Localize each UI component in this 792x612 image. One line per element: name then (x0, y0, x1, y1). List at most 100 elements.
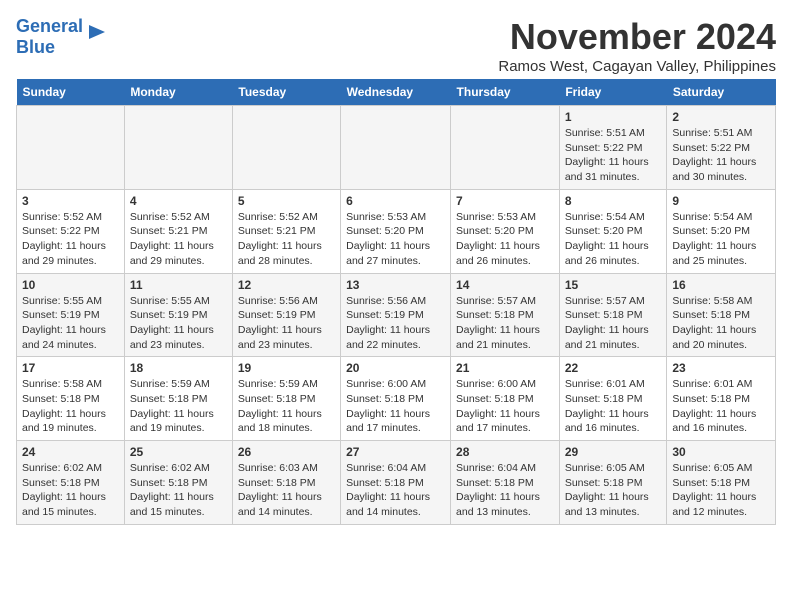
calendar-cell: 15 Sunrise: 5:57 AMSunset: 5:18 PMDayligh… (559, 273, 667, 357)
day-info: Sunrise: 6:03 AMSunset: 5:18 PMDaylight:… (238, 461, 335, 520)
day-number: 8 (565, 194, 662, 208)
calendar-cell: 20 Sunrise: 6:00 AMSunset: 5:18 PMDayligh… (341, 357, 451, 441)
day-info: Sunrise: 5:55 AMSunset: 5:19 PMDaylight:… (130, 294, 227, 353)
day-number: 18 (130, 361, 227, 375)
weekday-wednesday: Wednesday (341, 79, 451, 106)
calendar-cell: 7 Sunrise: 5:53 AMSunset: 5:20 PMDaylight… (451, 189, 560, 273)
calendar-cell (232, 106, 340, 190)
calendar-cell (451, 106, 560, 190)
weekday-header-row: SundayMondayTuesdayWednesdayThursdayFrid… (17, 79, 776, 106)
day-number: 30 (672, 445, 770, 459)
calendar-header: SundayMondayTuesdayWednesdayThursdayFrid… (17, 79, 776, 106)
day-info: Sunrise: 5:52 AMSunset: 5:21 PMDaylight:… (130, 210, 227, 269)
day-info: Sunrise: 5:56 AMSunset: 5:19 PMDaylight:… (346, 294, 445, 353)
day-number: 6 (346, 194, 445, 208)
day-number: 17 (22, 361, 119, 375)
month-title: November 2024 (498, 16, 776, 58)
weekday-sunday: Sunday (17, 79, 125, 106)
day-number: 19 (238, 361, 335, 375)
day-info: Sunrise: 5:53 AMSunset: 5:20 PMDaylight:… (346, 210, 445, 269)
day-info: Sunrise: 6:02 AMSunset: 5:18 PMDaylight:… (22, 461, 119, 520)
day-info: Sunrise: 5:57 AMSunset: 5:18 PMDaylight:… (565, 294, 662, 353)
week-row-4: 17 Sunrise: 5:58 AMSunset: 5:18 PMDayligh… (17, 357, 776, 441)
day-number: 26 (238, 445, 335, 459)
day-number: 23 (672, 361, 770, 375)
calendar-cell: 22 Sunrise: 6:01 AMSunset: 5:18 PMDayligh… (559, 357, 667, 441)
calendar-cell: 4 Sunrise: 5:52 AMSunset: 5:21 PMDaylight… (124, 189, 232, 273)
logo-arrow-icon (85, 21, 107, 43)
day-info: Sunrise: 5:58 AMSunset: 5:18 PMDaylight:… (22, 377, 119, 436)
calendar-cell (124, 106, 232, 190)
calendar-cell: 25 Sunrise: 6:02 AMSunset: 5:18 PMDayligh… (124, 441, 232, 525)
day-info: Sunrise: 5:59 AMSunset: 5:18 PMDaylight:… (130, 377, 227, 436)
day-number: 10 (22, 278, 119, 292)
logo: GeneralBlue (16, 16, 107, 58)
day-number: 5 (238, 194, 335, 208)
calendar-cell: 14Sunrise: 5:57 AMSunset: 5:18 PMDayligh… (451, 273, 560, 357)
week-row-1: 1Sunrise: 5:51 AMSunset: 5:22 PMDaylight… (17, 106, 776, 190)
day-info: Sunrise: 6:00 AMSunset: 5:18 PMDaylight:… (346, 377, 445, 436)
calendar-table: SundayMondayTuesdayWednesdayThursdayFrid… (16, 79, 776, 525)
day-number: 4 (130, 194, 227, 208)
calendar-cell: 18 Sunrise: 5:59 AMSunset: 5:18 PMDayligh… (124, 357, 232, 441)
calendar-cell: 27 Sunrise: 6:04 AMSunset: 5:18 PMDayligh… (341, 441, 451, 525)
day-number: 22 (565, 361, 662, 375)
logo-text: GeneralBlue (16, 16, 83, 58)
day-number: 21 (456, 361, 554, 375)
day-info: Sunrise: 5:51 AMSunset: 5:22 PMDaylight:… (565, 126, 662, 185)
day-number: 25 (130, 445, 227, 459)
calendar-cell (341, 106, 451, 190)
calendar-body: 1Sunrise: 5:51 AMSunset: 5:22 PMDaylight… (17, 106, 776, 525)
title-section: November 2024 Ramos West, Cagayan Valley… (498, 16, 776, 75)
day-number: 24 (22, 445, 119, 459)
day-info: Sunrise: 5:53 AMSunset: 5:20 PMDaylight:… (456, 210, 554, 269)
calendar-cell: 1Sunrise: 5:51 AMSunset: 5:22 PMDaylight… (559, 106, 667, 190)
calendar-cell: 29Sunrise: 6:05 AMSunset: 5:18 PMDayligh… (559, 441, 667, 525)
day-info: Sunrise: 6:05 AMSunset: 5:18 PMDaylight:… (565, 461, 662, 520)
day-info: Sunrise: 6:01 AMSunset: 5:18 PMDaylight:… (672, 377, 770, 436)
day-info: Sunrise: 5:59 AMSunset: 5:18 PMDaylight:… (238, 377, 335, 436)
weekday-thursday: Thursday (451, 79, 560, 106)
day-info: Sunrise: 6:04 AMSunset: 5:18 PMDaylight:… (456, 461, 554, 520)
day-number: 15 (565, 278, 662, 292)
week-row-2: 3Sunrise: 5:52 AMSunset: 5:22 PMDaylight… (17, 189, 776, 273)
day-number: 11 (130, 278, 227, 292)
day-info: Sunrise: 6:04 AMSunset: 5:18 PMDaylight:… (346, 461, 445, 520)
day-info: Sunrise: 5:56 AMSunset: 5:19 PMDaylight:… (238, 294, 335, 353)
calendar-cell: 21 Sunrise: 6:00 AMSunset: 5:18 PMDayligh… (451, 357, 560, 441)
day-info: Sunrise: 5:58 AMSunset: 5:18 PMDaylight:… (672, 294, 770, 353)
day-info: Sunrise: 5:52 AMSunset: 5:21 PMDaylight:… (238, 210, 335, 269)
calendar-cell: 26 Sunrise: 6:03 AMSunset: 5:18 PMDayligh… (232, 441, 340, 525)
day-number: 20 (346, 361, 445, 375)
day-number: 9 (672, 194, 770, 208)
calendar-cell: 17 Sunrise: 5:58 AMSunset: 5:18 PMDayligh… (17, 357, 125, 441)
calendar-cell: 13Sunrise: 5:56 AMSunset: 5:19 PMDayligh… (341, 273, 451, 357)
day-info: Sunrise: 6:01 AMSunset: 5:18 PMDaylight:… (565, 377, 662, 436)
calendar-cell: 3Sunrise: 5:52 AMSunset: 5:22 PMDaylight… (17, 189, 125, 273)
calendar-cell: 8 Sunrise: 5:54 AMSunset: 5:20 PMDaylight… (559, 189, 667, 273)
calendar-cell: 28 Sunrise: 6:04 AMSunset: 5:18 PMDayligh… (451, 441, 560, 525)
calendar-cell: 9 Sunrise: 5:54 AMSunset: 5:20 PMDaylight… (667, 189, 776, 273)
day-number: 28 (456, 445, 554, 459)
day-number: 7 (456, 194, 554, 208)
calendar-cell: 19 Sunrise: 5:59 AMSunset: 5:18 PMDayligh… (232, 357, 340, 441)
day-number: 12 (238, 278, 335, 292)
calendar-cell: 10Sunrise: 5:55 AMSunset: 5:19 PMDayligh… (17, 273, 125, 357)
calendar-cell: 12 Sunrise: 5:56 AMSunset: 5:19 PMDayligh… (232, 273, 340, 357)
location: Ramos West, Cagayan Valley, Philippines (498, 58, 776, 75)
weekday-saturday: Saturday (667, 79, 776, 106)
day-info: Sunrise: 6:00 AMSunset: 5:18 PMDaylight:… (456, 377, 554, 436)
calendar-cell: 2Sunrise: 5:51 AMSunset: 5:22 PMDaylight… (667, 106, 776, 190)
day-number: 27 (346, 445, 445, 459)
calendar-cell: 30Sunrise: 6:05 AMSunset: 5:18 PMDayligh… (667, 441, 776, 525)
calendar-cell: 24 Sunrise: 6:02 AMSunset: 5:18 PMDayligh… (17, 441, 125, 525)
day-info: Sunrise: 5:54 AMSunset: 5:20 PMDaylight:… (672, 210, 770, 269)
page-header: GeneralBlue November 2024 Ramos West, Ca… (16, 16, 776, 75)
calendar-cell: 6 Sunrise: 5:53 AMSunset: 5:20 PMDaylight… (341, 189, 451, 273)
week-row-3: 10 Sunrise: 5:55 AMSunset: 5:19 PMDayligh… (17, 273, 776, 357)
day-info: Sunrise: 6:02 AMSunset: 5:18 PMDaylight:… (130, 461, 227, 520)
day-info: Sunrise: 5:54 AMSunset: 5:20 PMDaylight:… (565, 210, 662, 269)
day-number: 14 (456, 278, 554, 292)
day-info: Sunrise: 5:52 AMSunset: 5:22 PMDaylight:… (22, 210, 119, 269)
calendar-cell (17, 106, 125, 190)
